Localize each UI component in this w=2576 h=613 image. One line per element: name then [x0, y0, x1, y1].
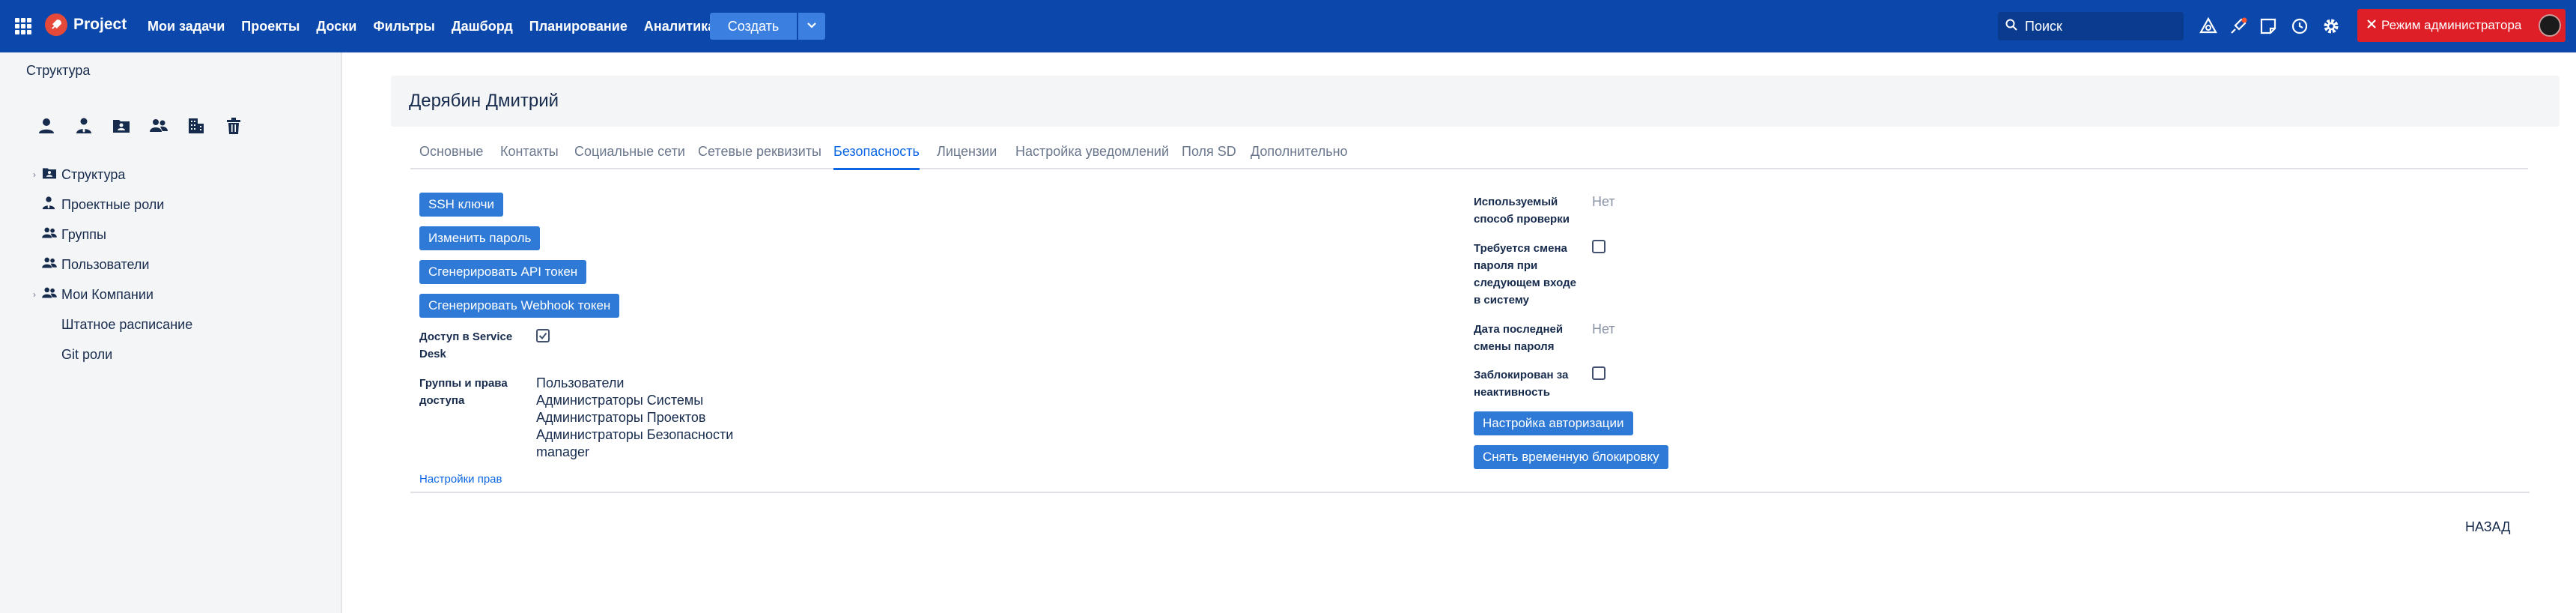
auth-method-value: Нет [1592, 194, 1615, 209]
nav-dashboard[interactable]: Дашборд [443, 19, 521, 34]
group-item: Администраторы Проектов [536, 410, 706, 425]
tab-additional[interactable]: Дополнительно [1251, 144, 1348, 160]
tab-notifications[interactable]: Настройка уведомлений [1015, 144, 1169, 160]
inactive-lock-label: Заблокирован за неактивность [1474, 369, 1569, 399]
app-switcher-icon[interactable] [15, 18, 31, 34]
id-card-icon[interactable] [111, 115, 132, 136]
chevron-right-icon[interactable]: › [33, 169, 36, 180]
tab-network[interactable]: Сетевые реквизиты [698, 144, 821, 160]
sd-access-checkbox[interactable] [536, 329, 550, 342]
create-dropdown-button[interactable] [797, 13, 825, 40]
logo-text: Project [73, 16, 127, 33]
group-item: Пользователи [536, 375, 625, 390]
change-password-button[interactable]: Изменить пароль [419, 226, 541, 250]
sidebar-toolbar [36, 115, 244, 136]
inactive-lock-checkbox[interactable] [1592, 366, 1606, 380]
sd-access-label: Доступ в Service Desk [419, 330, 513, 360]
sidebar-item-label: Группы [61, 226, 106, 242]
group-item: Администраторы Безопасности [536, 427, 734, 442]
last-password-change-value: Нет [1592, 321, 1615, 336]
top-navigation-bar: Project Мои задачи Проекты Доски Фильтры… [0, 0, 2576, 52]
user-header: Дерябин Дмитрий [391, 76, 2560, 127]
nav-my-tasks[interactable]: Мои задачи [139, 19, 233, 34]
user-tie-icon[interactable] [73, 115, 94, 136]
notifications-icon[interactable] [2227, 15, 2250, 37]
nav-planning[interactable]: Планирование [521, 19, 636, 34]
users-icon [42, 256, 58, 273]
sidebar-item-label: Штатное расписание [61, 316, 193, 332]
admin-mode-label: Режим администратора [2381, 18, 2522, 32]
check-icon [538, 332, 547, 340]
rocket-icon [45, 13, 67, 36]
ssh-keys-button[interactable]: SSH ключи [419, 193, 503, 217]
integrations-icon[interactable] [2197, 15, 2220, 37]
user-tie-icon [42, 196, 58, 213]
tab-contacts[interactable]: Контакты [500, 144, 559, 160]
sidebar-item-label: Проектные роли [61, 196, 165, 212]
avatar[interactable] [2539, 14, 2561, 37]
nav-projects[interactable]: Проекты [233, 19, 308, 34]
page-title: Дерябин Дмитрий [409, 91, 559, 111]
search-box[interactable] [1998, 12, 2184, 40]
groups-label: Группы и права доступа [419, 377, 508, 407]
auth-settings-button[interactable]: Настройка авторизации [1474, 411, 1633, 435]
search-input[interactable] [2023, 17, 2176, 35]
sidebar-item-label: Git роли [61, 346, 113, 362]
tab-security[interactable]: Безопасность [833, 144, 920, 170]
logo[interactable]: Project [45, 13, 127, 36]
trash-icon[interactable] [223, 115, 244, 136]
last-password-change-label: Дата последней смены пароля [1474, 323, 1564, 353]
rights-settings-link[interactable]: Настройки прав [419, 473, 502, 486]
auth-method-label: Используемый способ проверки [1474, 196, 1570, 226]
divider [410, 492, 2530, 493]
users-icon [42, 286, 58, 303]
users-icon[interactable] [148, 115, 169, 136]
nav-filters[interactable]: Фильтры [365, 19, 443, 34]
tab-bar: Основные Контакты Социальные сети Сетевы… [410, 139, 2528, 170]
user-icon[interactable] [36, 115, 57, 136]
group-item: Администраторы Системы [536, 393, 704, 408]
tab-sd-fields[interactable]: Поля SD [1182, 144, 1236, 160]
sidebar-item-label: Пользователи [61, 256, 150, 272]
password-change-checkbox[interactable] [1592, 240, 1606, 253]
back-button[interactable]: НАЗАД [2465, 519, 2510, 535]
password-change-label: Требуется смена пароля при следующем вхо… [1474, 242, 1576, 306]
unlock-button[interactable]: Снять временную блокировку [1474, 445, 1668, 469]
tab-social[interactable]: Социальные сети [574, 144, 685, 160]
sidebar-item-label: Мои Компании [61, 286, 154, 302]
generate-api-token-button[interactable]: Сгенерировать API токен [419, 260, 587, 284]
nav-boards[interactable]: Доски [308, 19, 365, 34]
history-icon[interactable] [2288, 15, 2311, 37]
chevron-right-icon[interactable]: › [33, 289, 36, 300]
search-icon [2005, 19, 2017, 34]
create-button[interactable]: Создать [710, 13, 797, 40]
group-item: manager [536, 444, 590, 459]
building-icon[interactable] [186, 115, 207, 136]
main-nav: Мои задачи Проекты Доски Фильтры Дашборд… [139, 0, 723, 52]
settings-gear-icon[interactable] [2320, 15, 2342, 37]
sidebar-item-label: Структура [61, 166, 126, 182]
sidebar: Структура › Структура Проектные роли Гру… [0, 52, 342, 613]
close-icon [2366, 18, 2377, 33]
tab-licenses[interactable]: Лицензии [937, 144, 997, 160]
admin-mode-button[interactable]: Режим администратора [2357, 9, 2566, 42]
chevron-down-icon [806, 19, 817, 33]
folder-user-icon [42, 166, 58, 183]
notes-icon[interactable] [2257, 15, 2279, 37]
sidebar-title: Структура [26, 63, 91, 78]
generate-webhook-token-button[interactable]: Сгенерировать Webhook токен [419, 294, 620, 318]
tab-general[interactable]: Основные [419, 144, 483, 160]
users-icon [42, 226, 58, 243]
